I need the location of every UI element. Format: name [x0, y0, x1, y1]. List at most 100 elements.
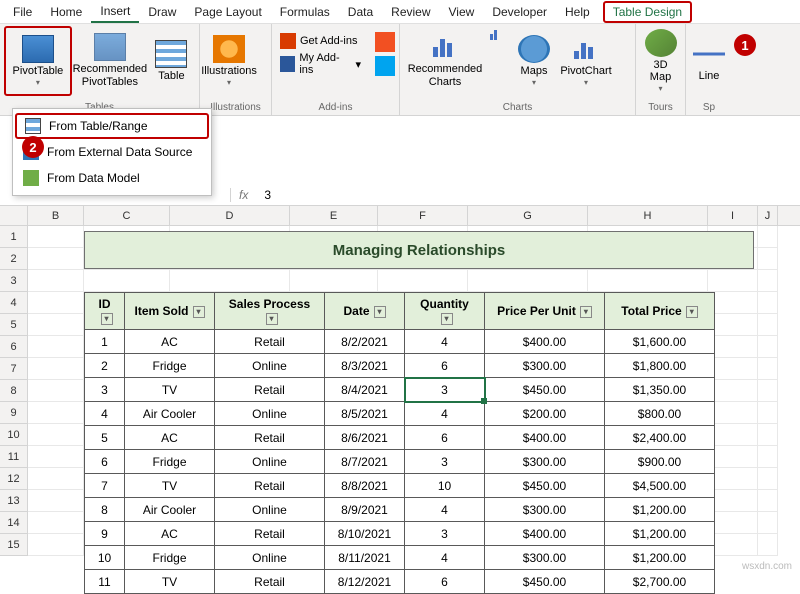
cell-qty[interactable]: 10 — [405, 474, 485, 498]
cell-ppu[interactable]: $400.00 — [485, 426, 605, 450]
cell[interactable] — [758, 314, 778, 336]
cell-item[interactable]: TV — [125, 570, 215, 594]
cell[interactable] — [28, 468, 84, 490]
cell-ppu[interactable]: $450.00 — [485, 570, 605, 594]
cell-tot[interactable]: $800.00 — [605, 402, 715, 426]
cell[interactable] — [28, 248, 84, 270]
table-header-date[interactable]: Date▾ — [325, 293, 405, 330]
menu-data[interactable]: Data — [339, 2, 382, 22]
recommended-charts-button[interactable]: Recommended Charts — [404, 26, 486, 96]
cell[interactable] — [28, 226, 84, 248]
col-D[interactable]: D — [170, 206, 290, 225]
cell-ppu[interactable]: $200.00 — [485, 402, 605, 426]
cell-tot[interactable]: $4,500.00 — [605, 474, 715, 498]
cell-qty[interactable]: 3 — [405, 378, 485, 402]
menu-view[interactable]: View — [440, 2, 484, 22]
cell-date[interactable]: 8/7/2021 — [325, 450, 405, 474]
table-header-id[interactable]: ID▾ — [85, 293, 125, 330]
maps-button[interactable]: Maps ▾ — [509, 26, 559, 96]
cell-date[interactable]: 8/9/2021 — [325, 498, 405, 522]
col-G[interactable]: G — [468, 206, 588, 225]
cell-item[interactable]: AC — [125, 426, 215, 450]
cell-ppu[interactable]: $300.00 — [485, 546, 605, 570]
cell[interactable] — [758, 248, 778, 270]
row-header-11[interactable]: 11 — [0, 446, 28, 468]
cell[interactable] — [758, 402, 778, 424]
cell-qty[interactable]: 4 — [405, 498, 485, 522]
table-header-sales-process[interactable]: Sales Process▾ — [215, 293, 325, 330]
cell-proc[interactable]: Retail — [215, 426, 325, 450]
cell-date[interactable]: 8/8/2021 — [325, 474, 405, 498]
cell-tot[interactable]: $2,400.00 — [605, 426, 715, 450]
cell-id[interactable]: 10 — [85, 546, 125, 570]
cell-id[interactable]: 1 — [85, 330, 125, 354]
cell[interactable] — [28, 314, 84, 336]
cell-qty[interactable]: 3 — [405, 522, 485, 546]
cell[interactable] — [588, 270, 708, 292]
menu-table-design[interactable]: Table Design — [603, 1, 692, 23]
cell[interactable] — [378, 270, 468, 292]
cell-date[interactable]: 8/11/2021 — [325, 546, 405, 570]
cell-date[interactable]: 8/6/2021 — [325, 426, 405, 450]
from-table-range-item[interactable]: From Table/Range — [15, 113, 209, 139]
my-addins-button[interactable]: My Add-ins ▾ — [276, 53, 365, 75]
cell-item[interactable]: Air Cooler — [125, 402, 215, 426]
cell[interactable] — [170, 270, 290, 292]
cell[interactable] — [708, 512, 758, 534]
cell[interactable] — [28, 490, 84, 512]
cell[interactable] — [84, 270, 170, 292]
cell-proc[interactable]: Retail — [215, 474, 325, 498]
cell-ppu[interactable]: $300.00 — [485, 498, 605, 522]
row-header-1[interactable]: 1 — [0, 226, 28, 248]
cell-qty[interactable]: 6 — [405, 570, 485, 594]
illustrations-button[interactable]: Illustrations ▾ — [204, 26, 254, 96]
fx-icon[interactable]: fx — [230, 188, 256, 202]
col-I[interactable]: I — [708, 206, 758, 225]
menu-home[interactable]: Home — [41, 2, 91, 22]
cell[interactable] — [758, 490, 778, 512]
cell-qty[interactable]: 4 — [405, 330, 485, 354]
row-header-10[interactable]: 10 — [0, 424, 28, 446]
cell-id[interactable]: 6 — [85, 450, 125, 474]
cell-id[interactable]: 4 — [85, 402, 125, 426]
cell[interactable] — [708, 380, 758, 402]
cell-item[interactable]: Fridge — [125, 546, 215, 570]
cell-id[interactable]: 7 — [85, 474, 125, 498]
col-F[interactable]: F — [378, 206, 468, 225]
cell-tot[interactable]: $1,200.00 — [605, 522, 715, 546]
col-E[interactable]: E — [290, 206, 378, 225]
cell[interactable] — [758, 292, 778, 314]
filter-icon[interactable]: ▾ — [580, 306, 592, 318]
col-B[interactable]: B — [28, 206, 84, 225]
cell[interactable] — [758, 512, 778, 534]
cell[interactable] — [758, 534, 778, 556]
cell-proc[interactable]: Retail — [215, 522, 325, 546]
cell-tot[interactable]: $1,200.00 — [605, 546, 715, 570]
cell[interactable] — [758, 446, 778, 468]
cell[interactable] — [708, 292, 758, 314]
cell[interactable] — [468, 270, 588, 292]
row-header-2[interactable]: 2 — [0, 248, 28, 270]
cell[interactable] — [28, 292, 84, 314]
cell-date[interactable]: 8/3/2021 — [325, 354, 405, 378]
col-H[interactable]: H — [588, 206, 708, 225]
table-header-total-price[interactable]: Total Price▾ — [605, 293, 715, 330]
row-header-9[interactable]: 9 — [0, 402, 28, 424]
cell-ppu[interactable]: $400.00 — [485, 522, 605, 546]
cell-proc[interactable]: Online — [215, 402, 325, 426]
cell[interactable] — [708, 314, 758, 336]
cell[interactable] — [758, 380, 778, 402]
cell-date[interactable]: 8/2/2021 — [325, 330, 405, 354]
sparkline-line-button[interactable]: Line — [690, 26, 728, 96]
cell-ppu[interactable]: $400.00 — [485, 330, 605, 354]
cell-qty[interactable]: 3 — [405, 450, 485, 474]
cell-date[interactable]: 8/10/2021 — [325, 522, 405, 546]
row-header-4[interactable]: 4 — [0, 292, 28, 314]
worksheet-grid[interactable]: 123456789101112131415 Managing Relations… — [0, 226, 800, 556]
cell[interactable] — [28, 358, 84, 380]
from-data-model-item[interactable]: From Data Model — [13, 165, 211, 191]
pivotchart-button[interactable]: PivotChart ▾ — [561, 26, 611, 96]
get-addins-button[interactable]: Get Add-ins — [276, 30, 365, 52]
menu-review[interactable]: Review — [382, 2, 439, 22]
cell-id[interactable]: 5 — [85, 426, 125, 450]
